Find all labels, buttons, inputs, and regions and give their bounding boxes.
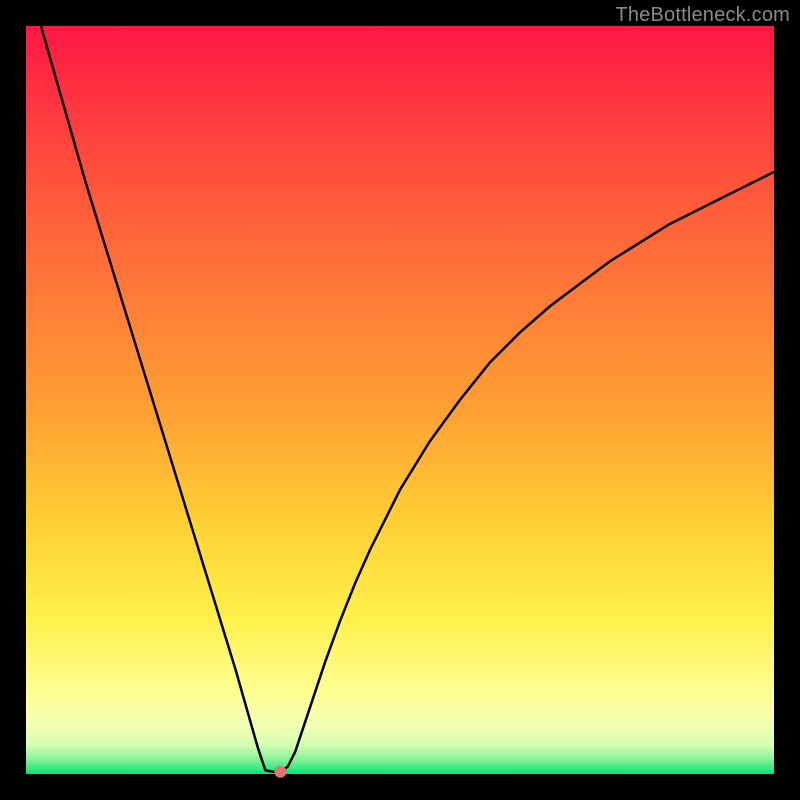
chart-svg — [26, 26, 774, 774]
bottleneck-curve — [41, 26, 774, 772]
chart-frame: TheBottleneck.com — [0, 0, 800, 800]
watermark-text: TheBottleneck.com — [615, 4, 790, 27]
optimal-point-marker — [274, 766, 286, 778]
chart-plot-area — [26, 26, 774, 774]
